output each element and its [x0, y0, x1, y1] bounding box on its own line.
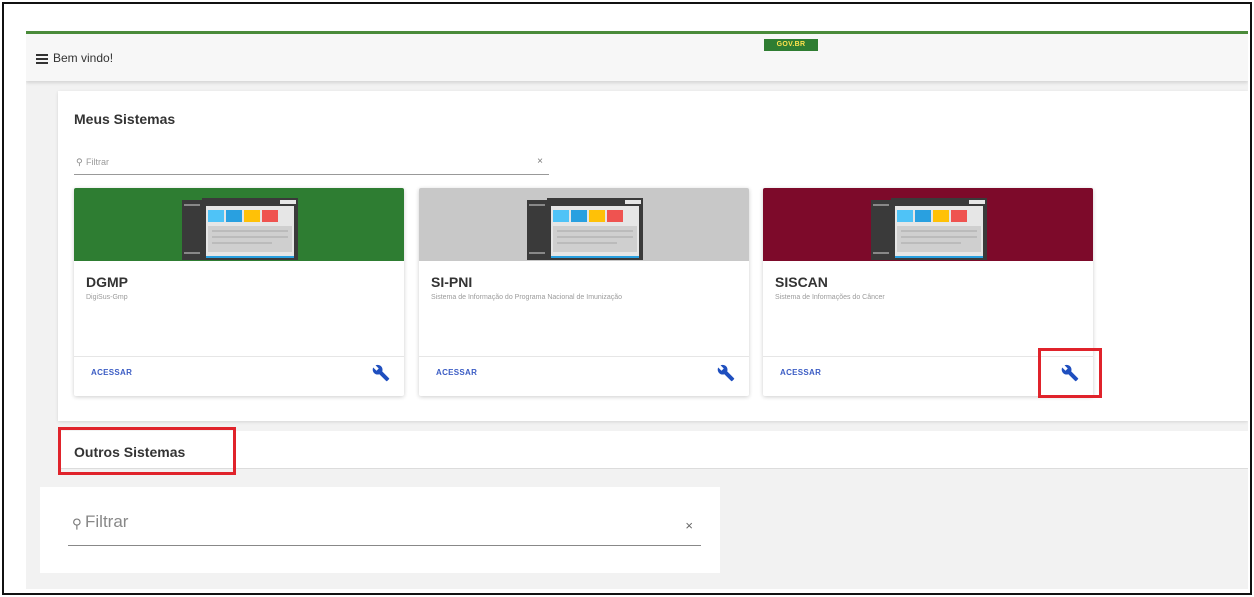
system-card-siscan: SISCAN Sistema de Informações do Câncer … [763, 188, 1093, 396]
system-illustration-icon [527, 198, 643, 260]
filter-placeholder: Filtrar [85, 512, 129, 531]
system-illustration-icon [182, 198, 298, 260]
wrench-icon[interactable] [1061, 364, 1079, 382]
clear-icon[interactable]: × [685, 518, 693, 533]
card-divider [74, 356, 404, 357]
wrench-icon[interactable] [372, 364, 390, 382]
acessar-button[interactable]: ACESSAR [780, 368, 821, 377]
wrench-icon[interactable] [717, 364, 735, 382]
card-description: Sistema de Informação do Programa Nacion… [431, 294, 623, 301]
filter-placeholder: Filtrar [86, 157, 109, 167]
outros-sistemas-header: Outros Sistemas [58, 431, 1248, 469]
card-divider [763, 356, 1093, 357]
meus-sistemas-panel: Meus Sistemas ⚲ Filtrar × DGMP DigiSus-G… [58, 91, 1248, 421]
meus-sistemas-filter-input[interactable]: ⚲ Filtrar × [74, 153, 549, 175]
card-banner [74, 188, 404, 261]
card-title: SI-PNI [431, 274, 473, 290]
clear-icon[interactable]: × [537, 156, 543, 167]
search-icon: ⚲ [76, 157, 83, 167]
card-title: SISCAN [775, 274, 828, 290]
system-card-si-pni: SI-PNI Sistema de Informação do Programa… [419, 188, 749, 396]
outros-sistemas-filter-input[interactable]: ⚲ Filtrar × [68, 499, 701, 546]
outros-sistemas-filter-container: ⚲ Filtrar × [40, 487, 720, 573]
top-header: Bem vindo! GOV.BR [26, 31, 1248, 81]
system-card-dgmp: DGMP DigiSus-Gmp ACESSAR [74, 188, 404, 396]
search-icon: ⚲ [72, 516, 82, 531]
card-banner [763, 188, 1093, 261]
card-divider [419, 356, 749, 357]
system-illustration-icon [871, 198, 987, 260]
acessar-button[interactable]: ACESSAR [436, 368, 477, 377]
menu-icon[interactable] [36, 54, 48, 64]
card-description: Sistema de Informações do Câncer [775, 294, 885, 301]
acessar-button[interactable]: ACESSAR [91, 368, 132, 377]
section-title-meus-sistemas: Meus Sistemas [74, 111, 176, 127]
card-description: DigiSus-Gmp [86, 294, 128, 301]
welcome-text: Bem vindo! [53, 51, 114, 65]
app-window: Bem vindo! GOV.BR Meus Sistemas ⚲ Filtra… [26, 31, 1248, 589]
screenshot-frame: Bem vindo! GOV.BR Meus Sistemas ⚲ Filtra… [2, 2, 1252, 595]
card-title: DGMP [86, 274, 128, 290]
gov-br-logo: GOV.BR [764, 39, 818, 51]
card-banner [419, 188, 749, 261]
section-title-outros-sistemas: Outros Sistemas [74, 444, 186, 460]
